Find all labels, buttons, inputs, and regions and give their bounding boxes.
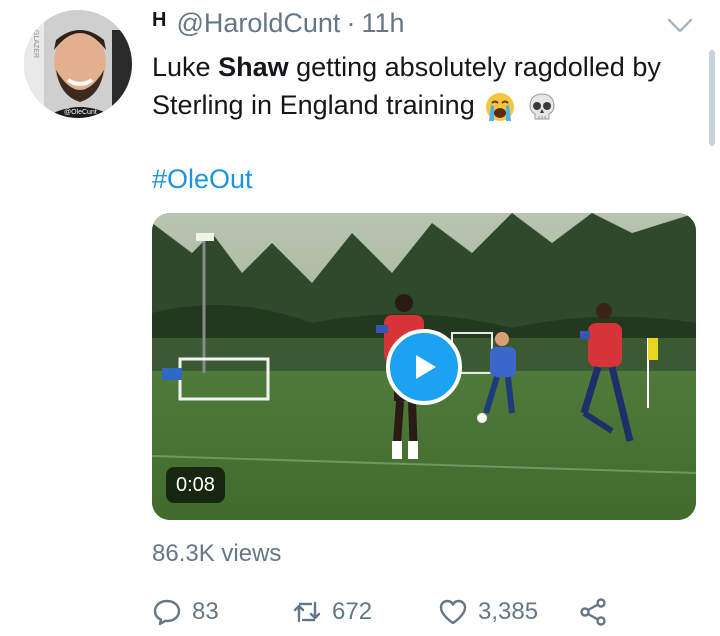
heart-icon	[439, 599, 467, 625]
reply-count: 83	[192, 598, 219, 625]
play-button[interactable]	[386, 329, 462, 405]
share-icon	[580, 598, 606, 626]
display-name[interactable]: H	[152, 9, 166, 32]
tweet-text-bold: Shaw	[218, 52, 289, 82]
video-duration: 0:08	[166, 467, 225, 503]
hashtag-link[interactable]: #OleOut	[152, 164, 253, 195]
avatar-caption-text: @OleCunt	[64, 109, 97, 116]
play-icon	[416, 355, 436, 379]
skull-icon	[529, 93, 555, 120]
like-count: 3,385	[478, 598, 539, 625]
avatar-sign-text: GLAZER	[32, 30, 39, 58]
tweet-header: H @HaroldCunt · 11h	[152, 8, 404, 44]
reply-icon	[153, 599, 181, 626]
view-count: 86.3K views	[152, 540, 282, 567]
separator-dot: ·	[346, 8, 356, 38]
avatar[interactable]: GLAZER @OleCunt	[24, 10, 132, 118]
tweet-text: Luke Shaw getting absolutely ragdolled b…	[152, 48, 692, 124]
video-player[interactable]: 0:08	[152, 213, 696, 520]
like-button[interactable]: 3,385	[438, 592, 538, 632]
avatar-image: GLAZER @OleCunt	[24, 10, 132, 118]
retweet-icon	[293, 601, 321, 623]
action-bar: 83 672 3,385	[152, 592, 622, 632]
crying-face-icon	[486, 92, 515, 121]
share-button[interactable]	[578, 592, 618, 632]
scrollbar[interactable]	[709, 50, 715, 146]
reply-button[interactable]: 83	[152, 592, 219, 632]
tweet-text-start: Luke	[152, 52, 219, 82]
retweet-count: 672	[332, 598, 373, 625]
chevron-down-icon[interactable]	[665, 14, 695, 36]
handle[interactable]: @HaroldCunt	[176, 8, 340, 39]
retweet-button[interactable]: 672	[292, 592, 372, 632]
timestamp[interactable]: 11h	[361, 8, 404, 39]
